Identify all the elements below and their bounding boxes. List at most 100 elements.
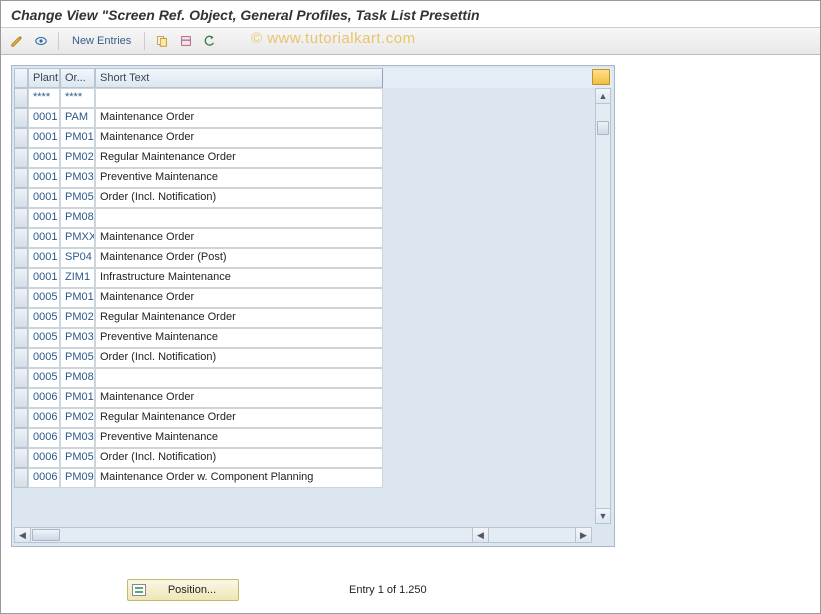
cell-order[interactable]: PM08 [60,208,95,228]
table-settings-button[interactable] [592,69,610,85]
row-selector[interactable] [14,88,28,108]
row-selector[interactable] [14,228,28,248]
cell-short-text[interactable]: Maintenance Order [95,108,383,128]
row-selector[interactable] [14,168,28,188]
column-header-short-text[interactable]: Short Text [95,68,383,88]
cell-plant[interactable]: 0006 [28,468,60,488]
row-selector[interactable] [14,268,28,288]
cell-plant[interactable]: 0005 [28,348,60,368]
cell-order[interactable]: PM05 [60,448,95,468]
cell-short-text[interactable] [95,368,383,388]
cell-order[interactable]: PM02 [60,408,95,428]
cell-short-text[interactable]: Regular Maintenance Order [95,308,383,328]
cell-short-text[interactable] [95,88,383,108]
row-selector[interactable] [14,368,28,388]
select-all-handle[interactable] [14,68,28,88]
cell-short-text[interactable]: Maintenance Order w. Component Planning [95,468,383,488]
cell-order[interactable]: PM03 [60,168,95,188]
cell-plant[interactable]: 0001 [28,268,60,288]
cell-short-text[interactable]: Regular Maintenance Order [95,408,383,428]
cell-order[interactable]: PM02 [60,308,95,328]
row-selector[interactable] [14,308,28,328]
cell-short-text[interactable]: Order (Incl. Notification) [95,448,383,468]
cell-short-text[interactable]: Preventive Maintenance [95,168,383,188]
cell-plant[interactable]: 0006 [28,428,60,448]
row-selector[interactable] [14,208,28,228]
position-button[interactable]: Position... [127,579,239,601]
cell-short-text[interactable]: Infrastructure Maintenance [95,268,383,288]
cell-plant[interactable]: 0001 [28,228,60,248]
cell-plant[interactable]: 0005 [28,328,60,348]
row-selector[interactable] [14,108,28,128]
cell-plant[interactable]: 0001 [28,128,60,148]
cell-short-text[interactable]: Order (Incl. Notification) [95,188,383,208]
row-selector[interactable] [14,428,28,448]
cell-plant[interactable]: 0006 [28,448,60,468]
cell-short-text[interactable] [95,208,383,228]
new-entries-button[interactable]: New Entries [66,35,137,47]
cell-short-text[interactable]: Maintenance Order [95,288,383,308]
cell-plant[interactable]: **** [28,88,60,108]
column-header-order[interactable]: Or... [60,68,95,88]
column-header-plant[interactable]: Plant [28,68,60,88]
row-selector[interactable] [14,348,28,368]
scroll-thumb-horizontal[interactable] [32,529,60,541]
row-selector[interactable] [14,188,28,208]
cell-short-text[interactable]: Maintenance Order [95,228,383,248]
cell-order[interactable]: PM02 [60,148,95,168]
cell-plant[interactable]: 0006 [28,408,60,428]
cell-order[interactable]: **** [60,88,95,108]
scroll-down-button[interactable]: ▼ [596,508,610,523]
cell-order[interactable]: PM01 [60,388,95,408]
toggle-display-change-button[interactable] [7,31,27,51]
row-selector[interactable] [14,248,28,268]
cell-order[interactable]: PAM [60,108,95,128]
delete-button[interactable] [176,31,196,51]
scroll-thumb-vertical[interactable] [597,121,609,135]
row-selector[interactable] [14,288,28,308]
scroll-left-button-2[interactable]: ◀ [473,528,489,542]
cell-short-text[interactable]: Regular Maintenance Order [95,148,383,168]
cell-order[interactable]: PM05 [60,188,95,208]
cell-order[interactable]: PM08 [60,368,95,388]
scroll-left-button[interactable]: ◀ [15,528,31,542]
cell-plant[interactable]: 0001 [28,108,60,128]
cell-order[interactable]: PMXX [60,228,95,248]
cell-plant[interactable]: 0001 [28,188,60,208]
cell-plant[interactable]: 0001 [28,248,60,268]
cell-plant[interactable]: 0005 [28,368,60,388]
cell-plant[interactable]: 0005 [28,288,60,308]
cell-plant[interactable]: 0005 [28,308,60,328]
cell-short-text[interactable]: Maintenance Order [95,388,383,408]
row-selector[interactable] [14,388,28,408]
cell-plant[interactable]: 0001 [28,208,60,228]
row-selector[interactable] [14,448,28,468]
copy-as-button[interactable] [152,31,172,51]
cell-order[interactable]: PM01 [60,128,95,148]
cell-short-text[interactable]: Maintenance Order [95,128,383,148]
cell-order[interactable]: PM05 [60,348,95,368]
cell-plant[interactable]: 0001 [28,148,60,168]
row-selector[interactable] [14,148,28,168]
cell-short-text[interactable]: Preventive Maintenance [95,428,383,448]
cell-order[interactable]: ZIM1 [60,268,95,288]
row-selector[interactable] [14,408,28,428]
row-selector[interactable] [14,128,28,148]
undo-change-button[interactable] [200,31,220,51]
cell-order[interactable]: PM01 [60,288,95,308]
horizontal-scrollbar-right[interactable]: ◀ ▶ [472,527,592,543]
vertical-scrollbar[interactable]: ▲ ▼ [595,88,611,524]
cell-plant[interactable]: 0001 [28,168,60,188]
scroll-up-button[interactable]: ▲ [596,89,610,104]
cell-short-text[interactable]: Preventive Maintenance [95,328,383,348]
cell-short-text[interactable]: Order (Incl. Notification) [95,348,383,368]
row-selector[interactable] [14,328,28,348]
other-view-button[interactable] [31,31,51,51]
cell-plant[interactable]: 0006 [28,388,60,408]
cell-order[interactable]: PM09 [60,468,95,488]
cell-order[interactable]: PM03 [60,328,95,348]
cell-order[interactable]: SP04 [60,248,95,268]
scroll-right-button-2[interactable]: ▶ [575,528,591,542]
row-selector[interactable] [14,468,28,488]
cell-order[interactable]: PM03 [60,428,95,448]
